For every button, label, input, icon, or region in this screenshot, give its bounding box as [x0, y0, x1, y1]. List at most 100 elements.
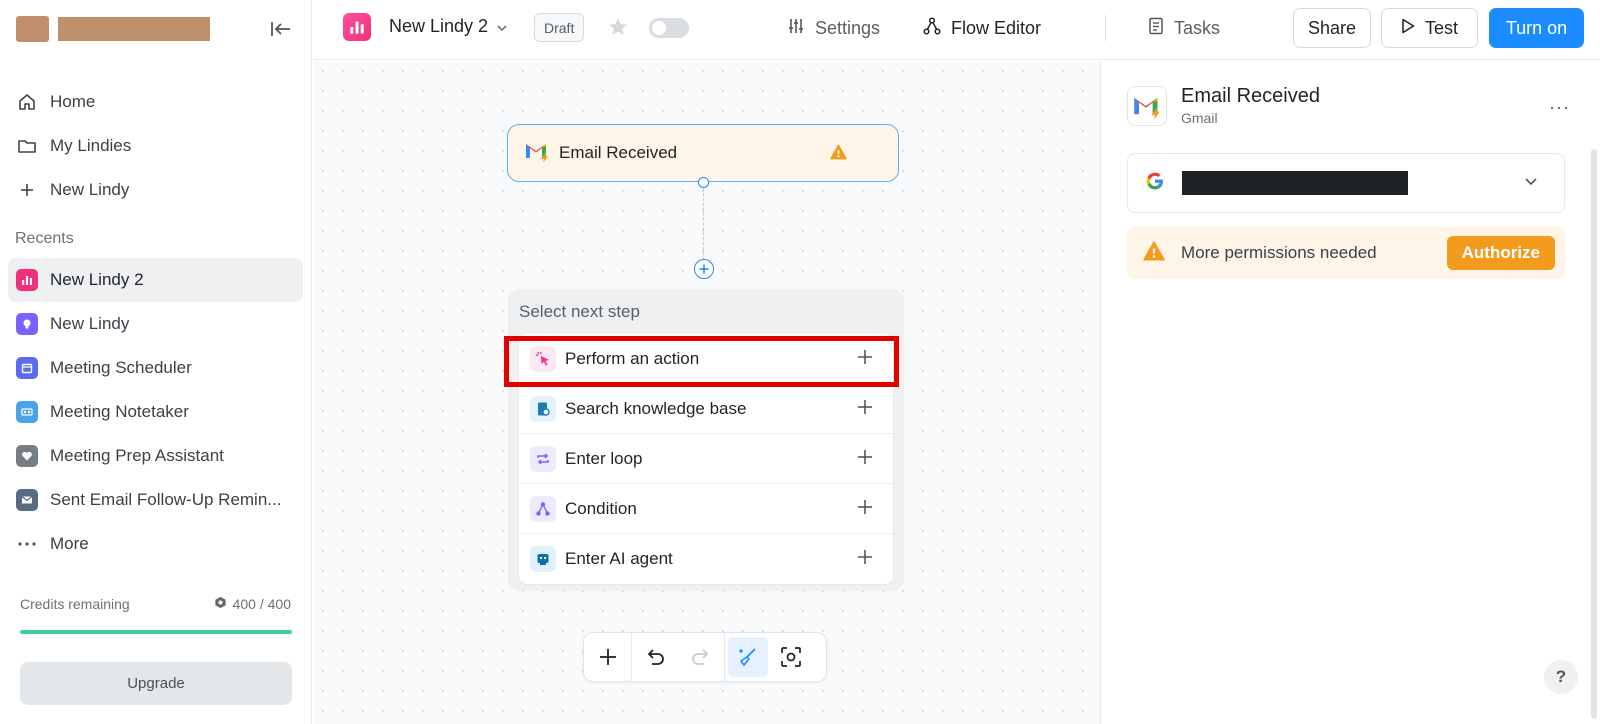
recent-item-meeting-notetaker[interactable]: Meeting Notetaker: [8, 390, 303, 434]
add-step-button[interactable]: [694, 259, 714, 279]
gmail-icon: [524, 140, 550, 167]
lindy-title-dropdown[interactable]: New Lindy 2: [389, 16, 508, 37]
recent-item-label: New Lindy 2: [50, 270, 144, 289]
branch-icon: [530, 495, 556, 522]
robot-icon: [530, 546, 556, 572]
recents-heading: Recents: [15, 230, 74, 247]
test-button-label: Test: [1424, 17, 1458, 38]
workspace-name-redacted[interactable]: [58, 17, 210, 41]
test-button[interactable]: Test: [1381, 8, 1478, 48]
sidebar-item-label: New Lindy: [50, 180, 130, 199]
turn-on-button[interactable]: Turn on: [1489, 8, 1584, 48]
step-option-enter-loop[interactable]: Enter loop: [519, 434, 893, 484]
recent-item-label: Sent Email Follow-Up Remin...: [50, 490, 282, 509]
home-icon: [16, 91, 38, 113]
sidebar: Home My Lindies New Lindy Recents New Li…: [0, 0, 312, 724]
credits-row: Credits remaining 400 / 400: [20, 596, 291, 612]
undo-icon: [647, 649, 664, 665]
calendar-icon: [16, 357, 38, 379]
turn-on-button-label: Turn on: [1505, 17, 1568, 38]
workspace-avatar[interactable]: [16, 16, 49, 42]
credits-value-group: 400 / 400: [214, 596, 291, 612]
add-step-plus-icon[interactable]: [857, 449, 873, 470]
panel-title: Email Received: [1181, 85, 1320, 107]
recents-list: New Lindy 2 New Lindy Meeting Scheduler …: [0, 258, 311, 566]
step-option-label: Enter loop: [565, 448, 643, 468]
panel-subtitle: Gmail: [1181, 110, 1218, 126]
recent-item-sent-email-follow-up[interactable]: Sent Email Follow-Up Remin...: [8, 478, 303, 522]
select-next-step-panel: Select next step Perform an action Searc…: [508, 289, 904, 591]
book-search-icon: [530, 395, 556, 422]
active-toggle[interactable]: [649, 18, 689, 38]
auto-layout-tool[interactable]: [728, 637, 768, 677]
gmail-icon: [1127, 85, 1167, 126]
step-option-label: Enter AI agent: [565, 549, 673, 568]
add-step-plus-icon[interactable]: [857, 499, 873, 520]
folder-icon: [16, 135, 38, 157]
step-option-perform-action[interactable]: Perform an action: [519, 334, 893, 384]
panel-header: Email Received Gmail: [1127, 85, 1320, 126]
recent-item-meeting-prep-assistant[interactable]: Meeting Prep Assistant: [8, 434, 303, 478]
upgrade-button[interactable]: Upgrade: [20, 662, 292, 705]
tab-flow-editor[interactable]: Flow Editor: [923, 14, 1041, 42]
sidebar-item-label: Home: [50, 92, 96, 111]
redo-tool[interactable]: [678, 637, 724, 677]
plus-icon: [600, 649, 616, 665]
more-dots-icon: [16, 533, 38, 555]
step-option-label: Perform an action: [565, 348, 700, 368]
help-button[interactable]: ?: [1544, 660, 1578, 694]
sliders-icon: [787, 17, 805, 40]
bulb-icon: [16, 313, 38, 335]
more-options-icon[interactable]: ···: [1549, 97, 1570, 118]
step-options-list: Perform an action Search knowledge base …: [519, 334, 893, 584]
canvas-toolbar: [583, 632, 827, 682]
fit-view-tool[interactable]: [768, 637, 814, 677]
connector-line: [703, 188, 704, 260]
recent-item-new-lindy-2[interactable]: New Lindy 2: [8, 258, 303, 302]
tab-settings[interactable]: Settings: [787, 14, 880, 42]
share-button-label: Share: [1307, 17, 1357, 38]
header-divider: [1105, 15, 1106, 41]
sidebar-item-more[interactable]: More: [8, 522, 303, 566]
add-step-plus-icon[interactable]: [857, 349, 873, 370]
sidebar-item-my-lindies[interactable]: My Lindies: [8, 124, 303, 168]
star-icon[interactable]: [607, 16, 629, 43]
trigger-output-port[interactable]: [698, 177, 709, 188]
step-option-condition[interactable]: Condition: [519, 484, 893, 534]
permissions-warning: More permissions needed Authorize: [1127, 227, 1565, 279]
redo-icon: [692, 649, 709, 665]
collapse-sidebar-icon[interactable]: [267, 15, 295, 43]
add-node-tool[interactable]: [585, 637, 631, 677]
authorize-button[interactable]: Authorize: [1446, 236, 1555, 270]
trigger-node-email-received[interactable]: Email Received: [507, 124, 899, 182]
recent-item-label: Meeting Notetaker: [50, 402, 189, 421]
step-option-enter-ai-agent[interactable]: Enter AI agent: [519, 534, 893, 584]
play-icon: [1401, 18, 1415, 39]
credits-label: Credits remaining: [20, 596, 130, 612]
recent-item-meeting-scheduler[interactable]: Meeting Scheduler: [8, 346, 303, 390]
add-step-plus-icon[interactable]: [857, 399, 873, 420]
focus-icon: [781, 647, 801, 667]
recent-item-label: Meeting Scheduler: [50, 358, 192, 377]
lindy-app-icon: [343, 13, 371, 41]
tab-tasks[interactable]: Tasks: [1148, 14, 1220, 42]
panel-scrollbar[interactable]: [1591, 149, 1597, 719]
top-header: New Lindy 2 Draft Settings Flow Editor T…: [313, 0, 1600, 60]
credits-value: 400 / 400: [232, 596, 291, 612]
account-selector[interactable]: [1127, 153, 1565, 213]
sidebar-item-new-lindy[interactable]: New Lindy: [8, 168, 303, 212]
recent-item-new-lindy[interactable]: New Lindy: [8, 302, 303, 346]
step-option-label: Condition: [565, 498, 637, 518]
flow-icon: [923, 16, 941, 40]
credits-progress-bar: [20, 630, 292, 634]
step-option-search-knowledge-base[interactable]: Search knowledge base: [519, 384, 893, 434]
flow-canvas[interactable]: Email Received Select next step Perform …: [313, 61, 1100, 724]
share-button[interactable]: Share: [1293, 8, 1371, 48]
add-step-plus-icon[interactable]: [857, 549, 873, 570]
sidebar-item-home[interactable]: Home: [8, 80, 303, 124]
recorder-icon: [16, 401, 38, 423]
tab-settings-label: Settings: [815, 17, 881, 38]
undo-tool[interactable]: [632, 637, 678, 677]
cursor-sparkle-icon: [530, 345, 556, 372]
plus-icon: [16, 179, 38, 201]
